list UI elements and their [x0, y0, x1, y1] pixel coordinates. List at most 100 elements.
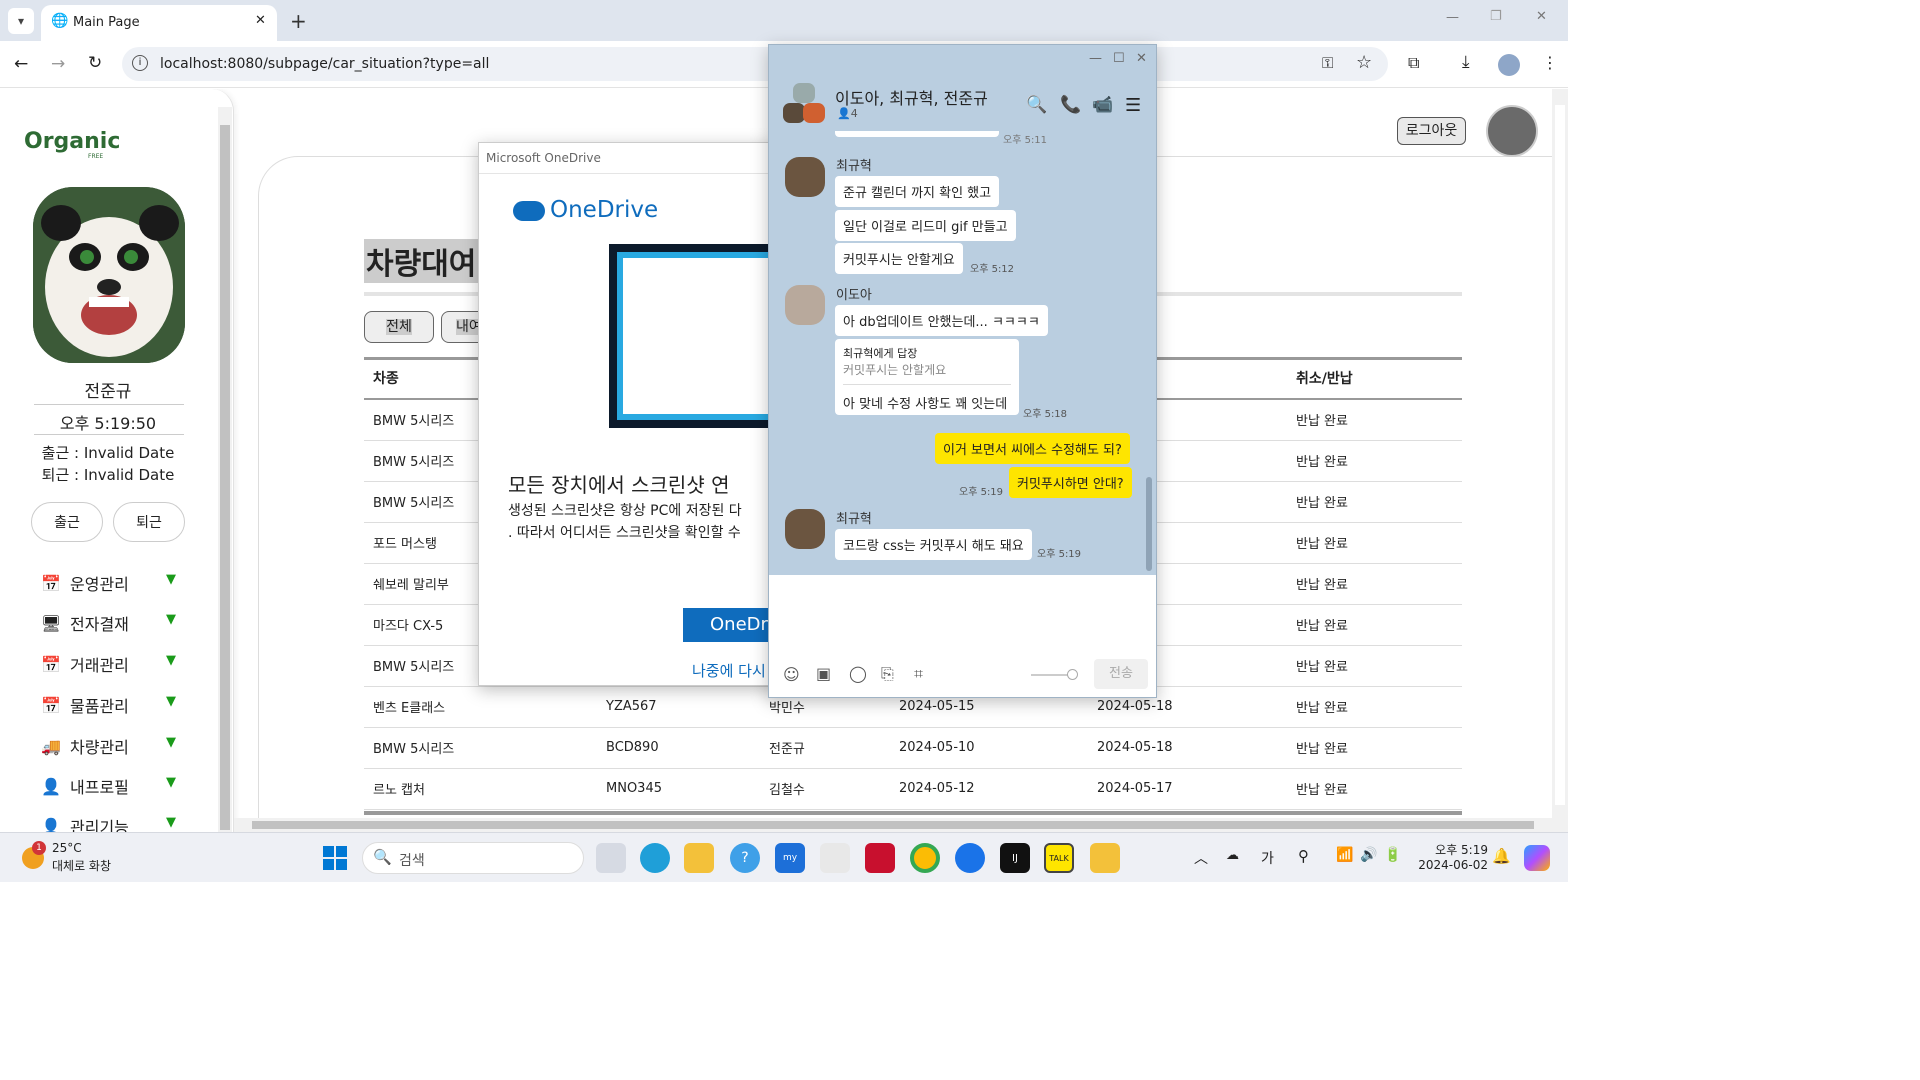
expand-arrow-icon[interactable]: ▼: [166, 612, 176, 627]
chat-scrollbar-thumb[interactable]: [1146, 477, 1152, 571]
weather-widget[interactable]: 1 25°C 대체로 화창: [20, 841, 130, 877]
phone-icon[interactable]: 📞: [1060, 95, 1081, 115]
chat-bubble-icon[interactable]: ◯: [849, 664, 867, 683]
chevron-up-icon[interactable]: ︿: [1194, 848, 1208, 868]
ime-indicator[interactable]: 가: [1261, 848, 1274, 868]
clock-area[interactable]: 오후 5:19 2024-06-02: [1412, 841, 1488, 872]
scroll-thumb[interactable]: [252, 821, 1534, 829]
intellij-icon[interactable]: IJ: [1000, 843, 1030, 873]
minimize-chat-button[interactable]: —: [1089, 51, 1102, 66]
message-bubble[interactable]: 코드랑 css는 커밋푸시 해도 돼요: [835, 529, 1032, 560]
table-row[interactable]: 르노 캡처 MNO345 김철수 2024-05-12 2024-05-17 반납 완료: [364, 768, 1462, 810]
mcafee-icon[interactable]: [865, 843, 895, 873]
expand-arrow-icon[interactable]: ▼: [166, 815, 176, 830]
browser-menu-icon[interactable]: ⋮: [1542, 53, 1558, 72]
transparency-slider[interactable]: [1031, 669, 1078, 680]
taskbar-search[interactable]: 🔍 검색: [362, 842, 584, 874]
close-tab-icon[interactable]: ✕: [255, 13, 266, 28]
scroll-thumb[interactable]: [1555, 105, 1565, 805]
edge-icon[interactable]: [640, 843, 670, 873]
menu-item-profile[interactable]: 👤 내프로필 ▼: [40, 771, 176, 801]
expand-arrow-icon[interactable]: ▼: [166, 735, 176, 750]
download-icon[interactable]: ⤓: [1462, 52, 1470, 72]
table-row[interactable]: BMW 5시리즈 BCD890 전준규 2024-05-10 2024-05-18 반납 …: [364, 727, 1462, 769]
expand-arrow-icon[interactable]: ▼: [166, 775, 176, 790]
logout-button[interactable]: 로그아웃: [1397, 117, 1466, 145]
menu-item-admin[interactable]: 👤 관리기능 ▼: [40, 811, 176, 832]
send-button[interactable]: 전송: [1094, 659, 1148, 689]
extensions-icon[interactable]: ⧉: [1408, 53, 1419, 73]
profile-avatar[interactable]: [1498, 54, 1520, 76]
message-list[interactable]: 오후 5:11 최규혁 준규 캘린더 까지 확인 했고 일단 이걸로 리드미 g…: [769, 131, 1156, 575]
scroll-thumb[interactable]: [220, 125, 230, 830]
dialog-body-line2: . 따라서 어디서든 스크린샷을 확인할 수: [508, 525, 741, 541]
address-bar[interactable]: i localhost:8080/subpage/car_situation?t…: [122, 47, 1388, 81]
kakaotalk-icon[interactable]: TALK: [1044, 843, 1074, 873]
search-icon[interactable]: 🔍: [1026, 95, 1047, 115]
expand-arrow-icon[interactable]: ▼: [166, 653, 176, 668]
reply-bubble[interactable]: 최규혁에게 답장 커밋푸시는 안할게요 아 맞네 수정 사항도 꽤 잇는데: [835, 339, 1019, 415]
message-bubble[interactable]: 준규 캘린더 까지 확인 했고: [835, 176, 1000, 207]
back-button[interactable]: ←: [14, 54, 28, 74]
my-message-bubble[interactable]: 커밋푸시하면 안대?: [1009, 467, 1132, 498]
calendar-icon[interactable]: ▣: [816, 664, 831, 683]
video-call-icon[interactable]: 📹: [1092, 95, 1113, 115]
wifi-icon[interactable]: 📶: [1336, 847, 1353, 863]
checkout-button[interactable]: 퇴근: [113, 502, 185, 542]
store-icon[interactable]: [820, 843, 850, 873]
filter-all-button[interactable]: 전체: [364, 311, 434, 343]
onedrive-brand: OneDrive: [550, 197, 659, 223]
slider-knob[interactable]: [1067, 669, 1078, 680]
mybox-icon[interactable]: my: [775, 843, 805, 873]
message-bubble[interactable]: 커밋푸시는 안할게요: [835, 243, 963, 274]
ime-mode-icon[interactable]: ⚲: [1298, 847, 1309, 865]
attach-icon[interactable]: ⎘: [881, 664, 894, 684]
maximize-window-button[interactable]: ❐: [1490, 9, 1502, 24]
notification-bell-icon[interactable]: 🔔: [1492, 847, 1511, 865]
message-time: 오후 5:19: [1037, 549, 1082, 560]
site-info-icon[interactable]: i: [132, 55, 148, 71]
forward-button[interactable]: →: [51, 54, 65, 74]
password-key-icon[interactable]: ⚿: [1322, 54, 1333, 72]
help-icon[interactable]: ?: [730, 843, 760, 873]
message-bubble[interactable]: 아 db업데이트 안했는데... ㅋㅋㅋㅋ: [835, 305, 1048, 336]
menu-item-approval[interactable]: 🖥 전자결재 ▼: [40, 608, 176, 638]
menu-item-vehicles[interactable]: 🚚 차량관리 ▼: [40, 731, 176, 761]
crop-icon[interactable]: ⌗: [914, 664, 923, 684]
header-avatar[interactable]: [1486, 105, 1538, 157]
expand-arrow-icon[interactable]: ▼: [166, 694, 176, 709]
close-chat-button[interactable]: ✕: [1136, 51, 1147, 66]
onedrive-primary-button[interactable]: OneDr: [683, 608, 778, 642]
page-scrollbar-horizontal[interactable]: [234, 818, 1552, 832]
checkin-button[interactable]: 출근: [31, 502, 103, 542]
expand-arrow-icon[interactable]: ▼: [166, 572, 176, 587]
chrome-icon[interactable]: [910, 843, 940, 873]
menu-icon[interactable]: ☰: [1125, 95, 1141, 116]
page-scrollbar-vertical[interactable]: [1552, 89, 1568, 832]
battery-icon[interactable]: 🔋: [1384, 847, 1401, 863]
my-message-bubble[interactable]: 이거 보면서 씨에스 수정해도 되?: [935, 433, 1130, 464]
file-explorer-icon[interactable]: [684, 843, 714, 873]
remind-later-link[interactable]: 나중에 다시: [692, 660, 766, 681]
browser-tab[interactable]: 🌐 Main Page ✕: [41, 5, 277, 41]
emoji-icon[interactable]: ☺: [783, 665, 800, 684]
menu-item-trade[interactable]: 📅 거래관리 ▼: [40, 649, 176, 679]
new-tab-button[interactable]: +: [290, 9, 307, 33]
menu-item-operations[interactable]: 📅 운영관리 ▼: [40, 568, 176, 598]
tab-search-button[interactable]: ▾: [8, 8, 34, 34]
reload-button[interactable]: ↻: [88, 53, 102, 73]
menu-item-goods[interactable]: 📅 물품관리 ▼: [40, 690, 176, 720]
start-button[interactable]: [320, 843, 350, 873]
notes-icon[interactable]: [1090, 843, 1120, 873]
close-window-button[interactable]: ✕: [1536, 9, 1547, 24]
copilot-icon[interactable]: [1524, 845, 1550, 871]
maps-icon[interactable]: [955, 843, 985, 873]
maximize-chat-button[interactable]: ☐: [1113, 51, 1125, 66]
volume-icon[interactable]: 🔊: [1360, 847, 1377, 863]
task-view-icon[interactable]: [596, 843, 626, 873]
bookmark-star-icon[interactable]: ☆: [1356, 52, 1372, 73]
minimize-window-button[interactable]: —: [1446, 10, 1459, 25]
sidebar-scrollbar[interactable]: [218, 107, 232, 832]
onedrive-tray-icon[interactable]: ☁: [1226, 848, 1239, 863]
message-bubble[interactable]: 일단 이걸로 리드미 gif 만들고: [835, 210, 1016, 241]
